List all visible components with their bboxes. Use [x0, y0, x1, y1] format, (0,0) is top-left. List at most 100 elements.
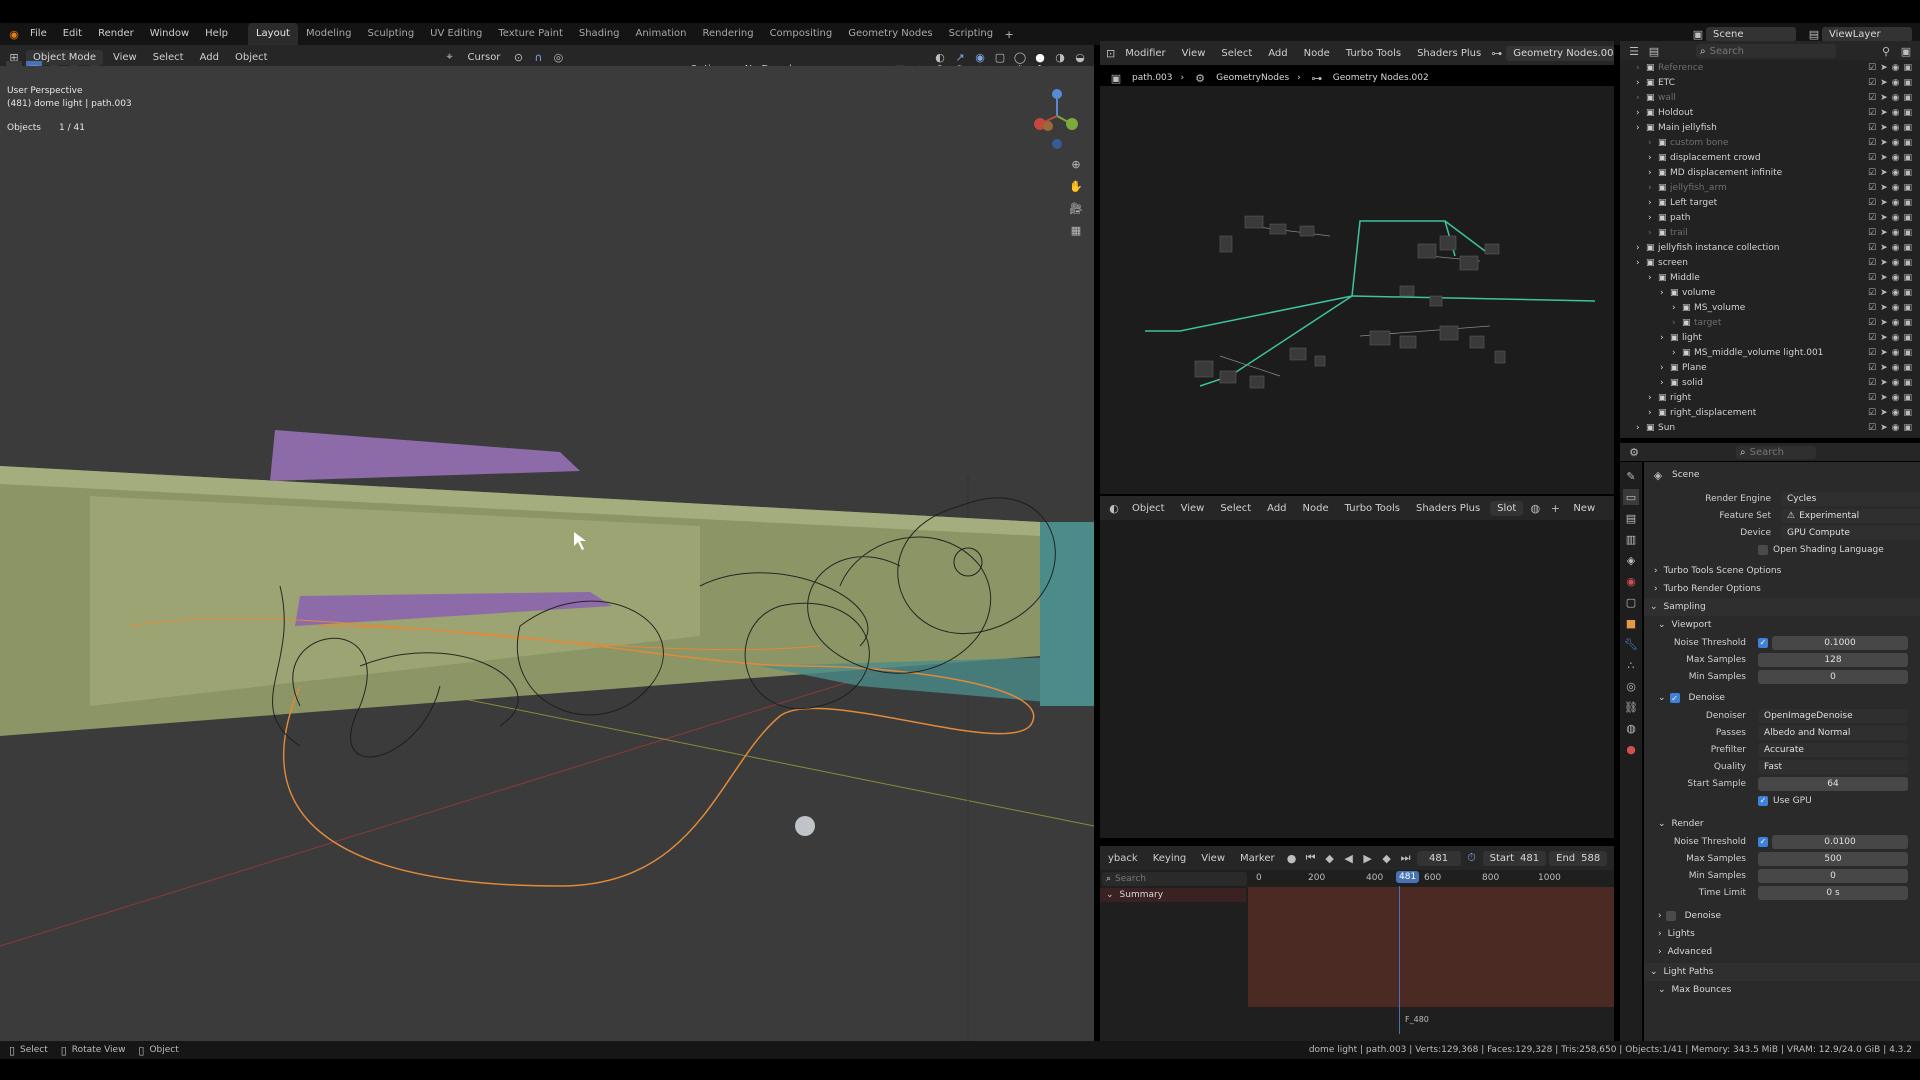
select-arrow-icon[interactable]: ➤: [1880, 318, 1888, 328]
render-engine-select[interactable]: Cycles: [1781, 491, 1920, 506]
shader-editor[interactable]: [1100, 520, 1614, 838]
feature-set-select[interactable]: ⚠ Experimental: [1781, 508, 1920, 523]
eye-icon[interactable]: ◉: [1892, 303, 1900, 313]
outliner-item[interactable]: › ▣ right_displacement ☑ ➤ ◉ ▣: [1620, 405, 1920, 420]
camera-icon[interactable]: ▣: [1903, 168, 1912, 178]
eye-icon[interactable]: ◉: [1892, 78, 1900, 88]
camera-icon[interactable]: ▣: [1903, 138, 1912, 148]
constraints-tab-icon[interactable]: ⛓︎: [1623, 699, 1639, 715]
tl-menu-keying[interactable]: Keying: [1147, 851, 1193, 866]
chevron-right-icon[interactable]: ›: [1648, 228, 1658, 238]
object-tab-icon[interactable]: ■: [1623, 615, 1639, 631]
slot-selector[interactable]: Slot: [1490, 500, 1524, 516]
chevron-right-icon[interactable]: ›: [1636, 423, 1646, 433]
se-menu-node[interactable]: Node: [1297, 501, 1335, 516]
tab-compositing[interactable]: Compositing: [762, 23, 841, 45]
r-denoise-checkbox[interactable]: [1665, 911, 1676, 921]
eye-icon[interactable]: ◉: [1892, 363, 1900, 373]
select-arrow-icon[interactable]: ➤: [1880, 108, 1888, 118]
perspective-grid-icon[interactable]: ▦: [1068, 222, 1084, 238]
checkbox-icon[interactable]: ☑: [1868, 408, 1876, 418]
outliner-item[interactable]: › ▣ custom bone ☑ ➤ ◉ ▣: [1620, 135, 1920, 150]
add-material-icon[interactable]: +: [1547, 500, 1563, 516]
checkbox-icon[interactable]: ☑: [1868, 153, 1876, 163]
eye-icon[interactable]: ◉: [1892, 108, 1900, 118]
outliner-search-input[interactable]: Search: [1710, 46, 1744, 57]
camera-icon[interactable]: ▣: [1903, 198, 1912, 208]
chevron-right-icon[interactable]: ›: [1648, 408, 1658, 418]
time-limit-field[interactable]: 0 s: [1758, 885, 1908, 900]
vp-noise-threshold-checkbox[interactable]: ✓: [1758, 637, 1768, 648]
scene-tab-icon[interactable]: ◈: [1623, 552, 1639, 568]
autokey-icon[interactable]: ●: [1284, 850, 1300, 866]
particles-tab-icon[interactable]: ∴: [1623, 657, 1639, 673]
tl-menu-view[interactable]: View: [1195, 851, 1231, 866]
properties-search[interactable]: ⌕ Search: [1736, 445, 1816, 459]
checkbox-icon[interactable]: ☑: [1868, 78, 1876, 88]
timeline-marker[interactable]: F_480: [1405, 1015, 1429, 1024]
vp-denoise-subpanel[interactable]: ⌄ ✓ Denoise: [1644, 689, 1920, 707]
checkbox-icon[interactable]: ☑: [1868, 348, 1876, 358]
outliner[interactable]: › ▣ Reference ☑ ➤ ◉ ▣ › ▣ ETC ☑ ➤ ◉ ▣ › ▣ wall ☑ ➤ ◉ ▣ › ▣ Hold…: [1620, 60, 1920, 438]
se-menu-turbo-tools[interactable]: Turbo Tools: [1339, 501, 1406, 516]
camera-icon[interactable]: ▣: [1903, 348, 1912, 358]
camera-icon[interactable]: ▣: [1903, 213, 1912, 223]
tab-uv-editing[interactable]: UV Editing: [422, 23, 490, 45]
vp-denoise-checkbox[interactable]: ✓: [1669, 693, 1680, 703]
use-gpu-checkbox[interactable]: ✓: [1758, 795, 1768, 806]
tl-menu-playback[interactable]: yback: [1102, 851, 1144, 866]
checkbox-icon[interactable]: ☑: [1868, 273, 1876, 283]
outliner-item[interactable]: › ▣ volume ☑ ➤ ◉ ▣: [1620, 285, 1920, 300]
ne-menu-turbo-tools[interactable]: Turbo Tools: [1340, 46, 1407, 61]
se-menu-add[interactable]: Add: [1261, 501, 1292, 516]
outliner-item[interactable]: › ▣ Middle ☑ ➤ ◉ ▣: [1620, 270, 1920, 285]
outliner-item[interactable]: › ▣ Sun ☑ ➤ ◉ ▣: [1620, 420, 1920, 435]
se-menu-shaders-plus[interactable]: Shaders Plus: [1410, 501, 1486, 516]
select-arrow-icon[interactable]: ➤: [1880, 273, 1888, 283]
display-mode-icon[interactable]: ▤: [1646, 43, 1662, 59]
frame-ruler[interactable]: 0 200 400 481 600 800 1000: [1248, 870, 1614, 886]
tab-rendering[interactable]: Rendering: [694, 23, 761, 45]
camera-icon[interactable]: ▣: [1903, 153, 1912, 163]
camera-icon[interactable]: ▣: [1903, 318, 1912, 328]
turbo-render-panel[interactable]: › Turbo Render Options: [1644, 580, 1920, 598]
chevron-right-icon[interactable]: ›: [1648, 393, 1658, 403]
checkbox-icon[interactable]: ☑: [1868, 213, 1876, 223]
menu-render[interactable]: Render: [90, 23, 142, 45]
select-arrow-icon[interactable]: ➤: [1880, 78, 1888, 88]
jump-end-icon[interactable]: ⏭: [1398, 850, 1414, 866]
r-max-samples-field[interactable]: 500: [1758, 851, 1908, 866]
select-arrow-icon[interactable]: ➤: [1880, 363, 1888, 373]
tl-menu-marker[interactable]: Marker: [1234, 851, 1281, 866]
eye-icon[interactable]: ◉: [1892, 213, 1900, 223]
chevron-right-icon[interactable]: ›: [1636, 93, 1646, 103]
checkbox-icon[interactable]: ☑: [1868, 423, 1876, 433]
select-arrow-icon[interactable]: ➤: [1880, 213, 1888, 223]
select-arrow-icon[interactable]: ➤: [1880, 288, 1888, 298]
menu-edit[interactable]: Edit: [55, 23, 90, 45]
node-editor-type-icon[interactable]: ⊡: [1106, 45, 1115, 61]
light-paths-panel[interactable]: ⌄ Light Paths: [1644, 963, 1920, 981]
play-reverse-icon[interactable]: ◀: [1341, 850, 1357, 866]
chevron-right-icon[interactable]: ›: [1660, 363, 1670, 373]
node-tree-selector[interactable]: Geometry Nodes.002: [1506, 45, 1614, 61]
r-noise-threshold-checkbox[interactable]: ✓: [1758, 836, 1768, 847]
prev-key-icon[interactable]: ◆: [1322, 850, 1338, 866]
chevron-right-icon[interactable]: ›: [1648, 168, 1658, 178]
turbo-tools-panel[interactable]: › Turbo Tools Scene Options: [1644, 562, 1920, 580]
chevron-right-icon[interactable]: ›: [1636, 63, 1646, 73]
outliner-item[interactable]: › ▣ MD displacement infinite ☑ ➤ ◉ ▣: [1620, 165, 1920, 180]
tab-modeling[interactable]: Modeling: [298, 23, 360, 45]
tab-scripting[interactable]: Scripting: [941, 23, 1001, 45]
chevron-right-icon[interactable]: ›: [1672, 348, 1682, 358]
viewport-subpanel[interactable]: ⌄ Viewport: [1644, 616, 1920, 634]
device-select[interactable]: GPU Compute: [1781, 525, 1920, 540]
eye-icon[interactable]: ◉: [1892, 258, 1900, 268]
outliner-item[interactable]: › ▣ wall ☑ ➤ ◉ ▣: [1620, 90, 1920, 105]
chevron-right-icon[interactable]: ›: [1648, 153, 1658, 163]
current-frame-field[interactable]: 481: [1416, 850, 1461, 866]
pan-hand-icon[interactable]: ✋: [1068, 178, 1084, 194]
r-denoise-subpanel[interactable]: › Denoise: [1644, 907, 1920, 925]
chevron-right-icon[interactable]: ›: [1660, 378, 1670, 388]
sampling-panel[interactable]: ⌄ Sampling: [1644, 598, 1920, 616]
